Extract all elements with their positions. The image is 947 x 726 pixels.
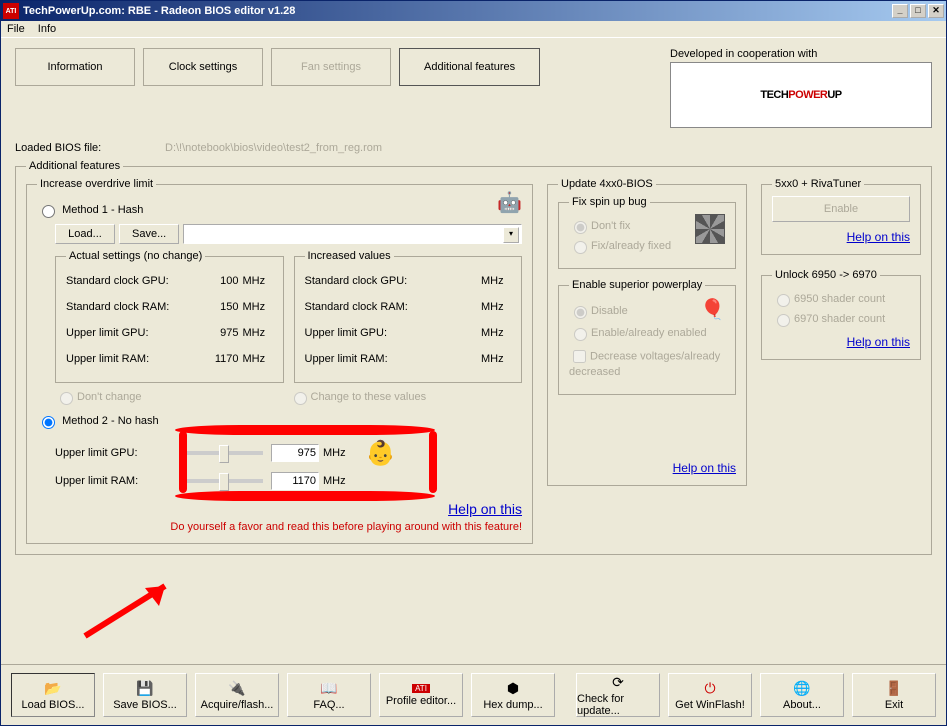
exit-icon: 🚪 [885, 680, 902, 697]
powerplay-group: Enable superior powerplay 🎈 Disable Enab… [558, 279, 736, 395]
folder-icon: 📂 [44, 680, 61, 697]
save-button[interactable]: Save... [119, 224, 179, 244]
actual-std-ram: 150 [199, 301, 239, 313]
increased-values-group: Increased values Standard clock GPU:MHz … [294, 250, 523, 383]
ram-slider[interactable] [183, 479, 263, 483]
pp-enable-radio [574, 328, 587, 341]
book-icon: 📖 [320, 680, 337, 697]
unlock-6950-radio [777, 294, 790, 307]
power-icon: ⏻ [704, 680, 715, 697]
hex-dump-button[interactable]: ⬢Hex dump... [471, 673, 555, 717]
faq-button[interactable]: 📖FAQ... [287, 673, 371, 717]
chip-icon: 🔌 [228, 680, 245, 697]
overdrive-group: Increase overdrive limit Method 1 - Hash… [26, 178, 533, 544]
loaded-bios-path: D:\!\notebook\bios\video\test2_from_reg.… [165, 142, 382, 154]
unlock-help-link[interactable]: Help on this [847, 335, 910, 349]
window-title: TechPowerUp.com: RBE - Radeon BIOS edito… [23, 5, 295, 17]
bottom-toolbar: 📂Load BIOS... 💾Save BIOS... 🔌Acquire/fla… [1, 664, 946, 725]
actual-up-ram: 1170 [199, 353, 239, 365]
titlebar: ATI TechPowerUp.com: RBE - Radeon BIOS e… [1, 1, 946, 21]
save-icon: 💾 [136, 680, 153, 697]
dont-change-radio [60, 392, 73, 405]
actual-std-gpu: 100 [199, 275, 239, 287]
hex-icon: ⬢ [507, 680, 519, 697]
refresh-icon: ⟳ [612, 674, 624, 691]
menu-file[interactable]: File [7, 23, 25, 35]
minimize-button[interactable]: _ [892, 4, 908, 18]
balloon-icon: 🎈 [700, 297, 725, 322]
close-button[interactable]: ✕ [928, 4, 944, 18]
method2-label: Method 2 - No hash [62, 415, 159, 427]
profile-editor-button[interactable]: ATIProfile editor... [379, 673, 463, 717]
get-winflash-button[interactable]: ⏻Get WinFlash! [668, 673, 752, 717]
fan-icon [695, 214, 725, 244]
rivatuner-group: 5xx0 + RivaTuner Enable Help on this [761, 178, 921, 255]
change-to-radio [294, 392, 307, 405]
update-bios-group: Update 4xx0-BIOS Fix spin up bug Don't f… [547, 178, 747, 486]
tab-information[interactable]: Information [15, 48, 135, 86]
exit-button[interactable]: 🚪Exit [852, 673, 936, 717]
sprite-icon: 🤖 [497, 190, 522, 215]
warning-text: Do yourself a favor and read this before… [37, 521, 522, 533]
tab-fan-settings: Fan settings [271, 48, 391, 86]
stewie-icon: 👶 [366, 439, 396, 468]
menubar: File Info [1, 21, 946, 38]
fix-already-radio [574, 241, 587, 254]
maximize-button[interactable]: □ [910, 4, 926, 18]
fix-spinup-group: Fix spin up bug Don't fix Fix/already fi… [558, 196, 736, 269]
about-button[interactable]: 🌐About... [760, 673, 844, 717]
method1-label: Method 1 - Hash [62, 204, 143, 216]
method2-radio[interactable] [42, 416, 55, 429]
gpu-slider[interactable] [183, 451, 263, 455]
unlock-6970-radio [777, 314, 790, 327]
coop-label: Developed in cooperation with [670, 48, 932, 60]
riva-enable-button: Enable [772, 196, 910, 222]
decrease-voltages-check [573, 350, 586, 363]
annotation-arrow [75, 576, 185, 649]
loaded-bios-label: Loaded BIOS file: [15, 142, 165, 154]
unlock-group: Unlock 6950 -> 6970 6950 shader count 69… [761, 269, 921, 360]
menu-info[interactable]: Info [38, 23, 56, 35]
riva-help-link[interactable]: Help on this [847, 230, 910, 244]
tab-additional-features[interactable]: Additional features [399, 48, 540, 86]
method1-radio[interactable] [42, 205, 55, 218]
actual-settings-group: Actual settings (no change) Standard clo… [55, 250, 284, 383]
od-help-link[interactable]: Help on this [448, 501, 522, 517]
techpowerup-logo: TECHPOWERUP [670, 62, 932, 128]
dont-fix-radio [574, 221, 587, 234]
update-help-link[interactable]: Help on this [673, 461, 736, 475]
globe-icon: 🌐 [793, 680, 810, 697]
pp-disable-radio [574, 306, 587, 319]
profile-combo[interactable] [183, 224, 522, 244]
load-bios-button[interactable]: 📂Load BIOS... [11, 673, 95, 717]
af-legend: Additional features [26, 160, 123, 172]
load-button[interactable]: Load... [55, 224, 115, 244]
acquire-flash-button[interactable]: 🔌Acquire/flash... [195, 673, 279, 717]
save-bios-button[interactable]: 💾Save BIOS... [103, 673, 187, 717]
ati-icon: ATI [412, 684, 430, 693]
check-update-button[interactable]: ⟳Check for update... [576, 673, 660, 717]
gpu-limit-input[interactable] [271, 444, 319, 462]
actual-up-gpu: 975 [199, 327, 239, 339]
ram-limit-input[interactable] [271, 472, 319, 490]
tab-clock-settings[interactable]: Clock settings [143, 48, 263, 86]
tabs: Information Clock settings Fan settings … [15, 48, 548, 86]
app-icon: ATI [3, 3, 19, 19]
additional-features-group: Additional features Increase overdrive l… [15, 160, 932, 555]
